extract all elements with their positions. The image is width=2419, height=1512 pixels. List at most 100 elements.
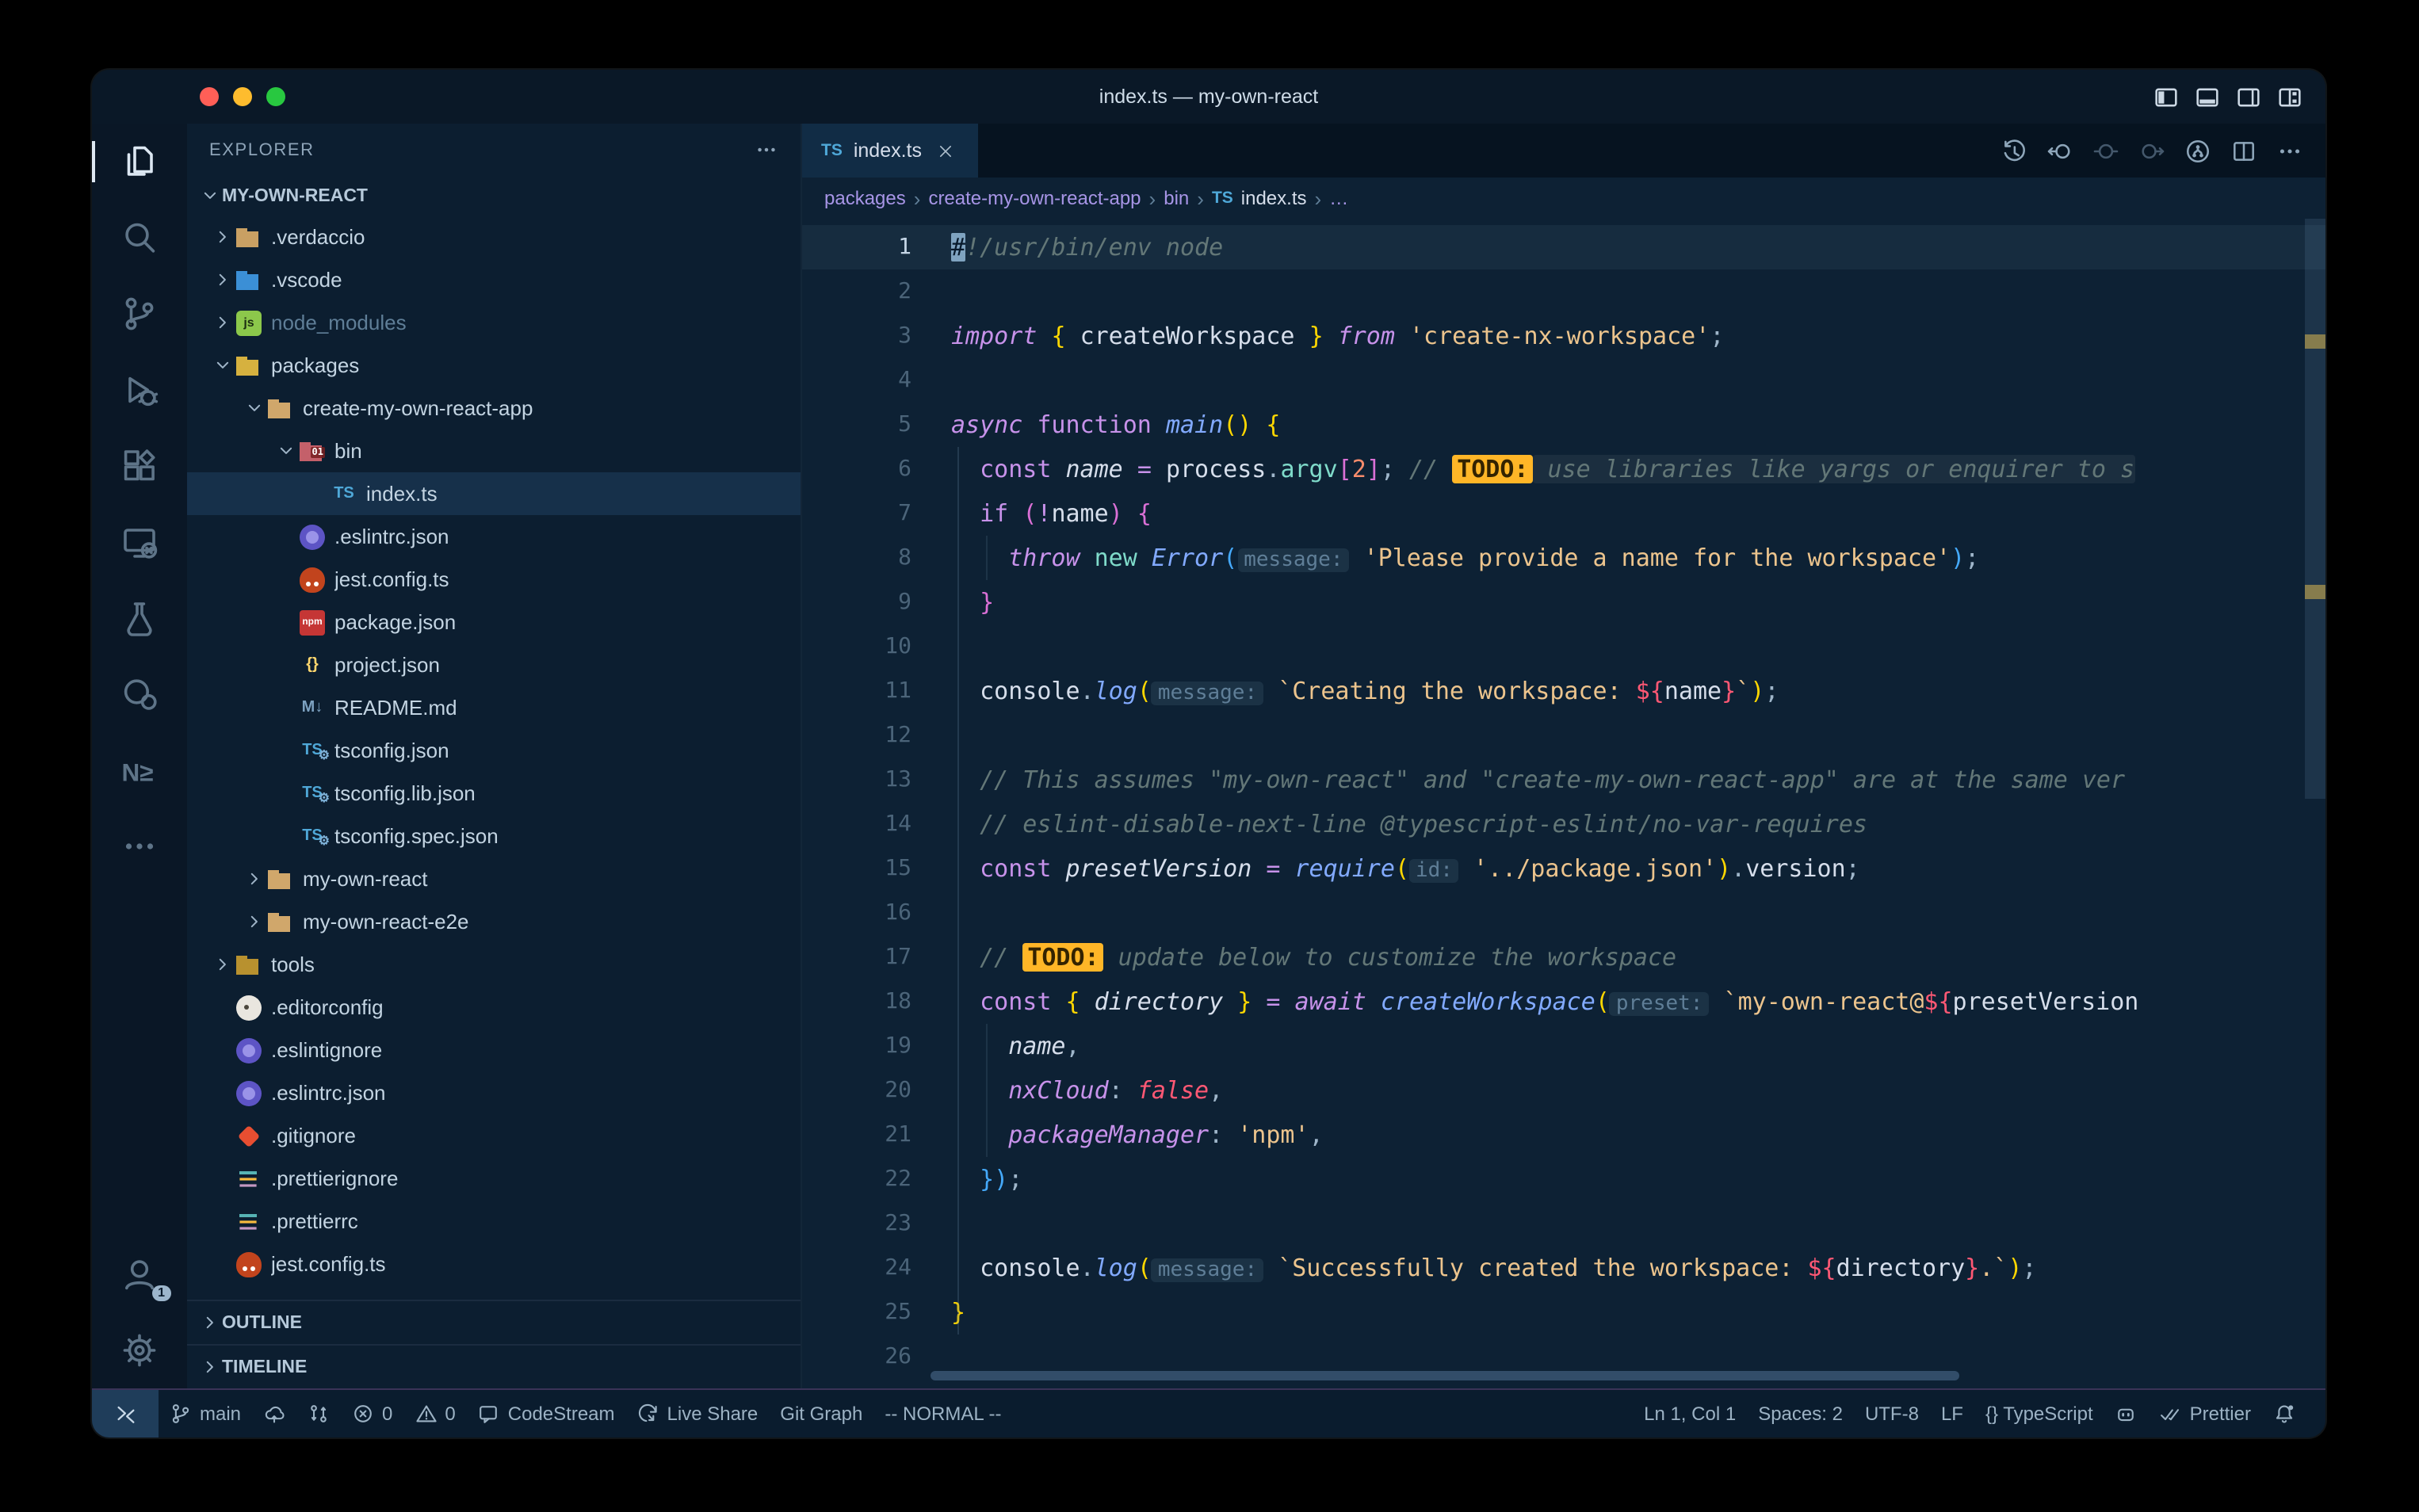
code-line-25[interactable]: 25} — [802, 1290, 2325, 1334]
breadcrumb-item-index.ts[interactable]: TSindex.ts — [1212, 187, 1307, 209]
timeline-history-button[interactable] — [2001, 137, 2027, 164]
tree-item-tools[interactable]: tools — [187, 943, 801, 986]
tree-item-.eslintrc.json[interactable]: .eslintrc.json — [187, 1071, 801, 1114]
tree-item-.editorconfig[interactable]: .editorconfig — [187, 986, 801, 1029]
tree-item-.prettierignore[interactable]: .prettierignore — [187, 1157, 801, 1200]
remote-indicator[interactable] — [92, 1390, 159, 1438]
status-cursor-position[interactable]: Ln 1, Col 1 — [1633, 1390, 1747, 1438]
code-line-14[interactable]: 14 // eslint-disable-next-line @typescri… — [802, 802, 2325, 846]
status-live-share[interactable]: Live Share — [626, 1390, 770, 1438]
tree-item-tsconfig.spec.json[interactable]: TStsconfig.spec.json — [187, 815, 801, 857]
vertical-scrollbar[interactable] — [2305, 219, 2325, 799]
activity-nx-console[interactable] — [92, 732, 187, 808]
horizontal-scrollbar[interactable] — [931, 1371, 1959, 1380]
status-errors[interactable]: 0 — [341, 1390, 403, 1438]
code-line-21[interactable]: 21 packageManager: 'npm', — [802, 1113, 2325, 1157]
tree-item-.prettierrc[interactable]: .prettierrc — [187, 1200, 801, 1243]
maximize-window-button[interactable] — [266, 87, 285, 106]
code-line-11[interactable]: 11 console.log(message: `Creating the wo… — [802, 669, 2325, 713]
tree-item-.eslintignore[interactable]: .eslintignore — [187, 1029, 801, 1071]
tab-index-ts[interactable]: TS index.ts — [802, 124, 977, 178]
tree-item-.verdaccio[interactable]: .verdaccio — [187, 216, 801, 258]
code-line-18[interactable]: 18 const { directory } = await createWor… — [802, 979, 2325, 1024]
layout-sidebar-right-button[interactable] — [2235, 83, 2262, 110]
activity-accounts[interactable]: 1 — [92, 1236, 187, 1312]
tree-item-node_modules[interactable]: node_modules — [187, 301, 801, 344]
tree-item-.eslintrc.json[interactable]: .eslintrc.json — [187, 515, 801, 558]
tree-item-package.json[interactable]: package.json — [187, 601, 801, 643]
status-encoding[interactable]: UTF-8 — [1854, 1390, 1930, 1438]
activity-explorer[interactable] — [92, 124, 187, 200]
layout-grid-button[interactable] — [2276, 83, 2303, 110]
layout-panel-button[interactable] — [2194, 83, 2221, 110]
code-line-16[interactable]: 16 — [802, 891, 2325, 935]
code-line-20[interactable]: 20 nxCloud: false, — [802, 1068, 2325, 1113]
status-language-mode[interactable]: {} TypeScript — [1974, 1390, 2104, 1438]
code-line-13[interactable]: 13 // This assumes "my-own-react" and "c… — [802, 758, 2325, 802]
code-editor[interactable]: 1#!/usr/bin/env node23import { createWor… — [802, 219, 2325, 1388]
code-line-8[interactable]: 8 throw new Error(message: 'Please provi… — [802, 536, 2325, 580]
activity-testing[interactable] — [92, 580, 187, 656]
tree-item-project.json[interactable]: {}project.json — [187, 643, 801, 686]
file-history-button[interactable] — [2184, 137, 2211, 164]
activity-extensions[interactable] — [92, 428, 187, 504]
status-notifications[interactable] — [2262, 1390, 2306, 1438]
code-line-19[interactable]: 19 name, — [802, 1024, 2325, 1068]
activity-run-and-debug[interactable] — [92, 352, 187, 428]
activity-settings[interactable] — [92, 1312, 187, 1388]
code-line-12[interactable]: 12 — [802, 713, 2325, 758]
status-branch[interactable]: main — [159, 1390, 252, 1438]
close-tab-icon[interactable] — [933, 138, 958, 163]
previous-change-button[interactable] — [2092, 137, 2119, 164]
minimize-window-button[interactable] — [233, 87, 252, 106]
status-publish[interactable] — [252, 1390, 296, 1438]
activity-remote-explorer[interactable] — [92, 504, 187, 580]
activity-gitlens[interactable] — [92, 656, 187, 732]
code-line-22[interactable]: 22 }); — [802, 1157, 2325, 1201]
close-window-button[interactable] — [200, 87, 219, 106]
tree-item-jest.config.ts[interactable]: jest.config.ts — [187, 558, 801, 601]
status-copilot[interactable] — [2104, 1390, 2149, 1438]
status-eol[interactable]: LF — [1930, 1390, 1974, 1438]
tree-item-create-my-own-react-app[interactable]: create-my-own-react-app — [187, 387, 801, 430]
split-editor-button[interactable] — [2230, 137, 2257, 164]
activity-source-control[interactable] — [92, 276, 187, 352]
status-indentation[interactable]: Spaces: 2 — [1747, 1390, 1854, 1438]
code-line-24[interactable]: 24 console.log(message: `Successfully cr… — [802, 1246, 2325, 1290]
tree-item-my-own-react[interactable]: my-own-react — [187, 857, 801, 900]
more-actions-button[interactable] — [2276, 137, 2303, 164]
code-line-15[interactable]: 15 const presetVersion = require(id: '..… — [802, 846, 2325, 891]
outline-section[interactable]: OUTLINE — [187, 1300, 801, 1344]
status-compare[interactable] — [296, 1390, 341, 1438]
tree-item-jest.config.ts[interactable]: jest.config.ts — [187, 1243, 801, 1285]
code-line-10[interactable]: 10 — [802, 624, 2325, 669]
breadcrumb-item-…[interactable]: … — [1329, 187, 1348, 209]
code-line-23[interactable]: 23 — [802, 1201, 2325, 1246]
workspace-root-row[interactable]: MY-OWN-REACT — [187, 176, 801, 216]
tree-item-bin[interactable]: bin — [187, 430, 801, 472]
tree-item-README.md[interactable]: M↓README.md — [187, 686, 801, 729]
breadcrumb-item-bin[interactable]: bin — [1164, 187, 1189, 209]
status-warnings[interactable]: 0 — [403, 1390, 466, 1438]
activity-more[interactable] — [92, 808, 187, 884]
timeline-section[interactable]: TIMELINE — [187, 1344, 801, 1388]
tree-item-.vscode[interactable]: .vscode — [187, 258, 801, 301]
code-line-3[interactable]: 3import { createWorkspace } from 'create… — [802, 314, 2325, 358]
code-line-4[interactable]: 4 — [802, 358, 2325, 403]
code-line-2[interactable]: 2 — [802, 269, 2325, 314]
tree-item-tsconfig.lib.json[interactable]: TStsconfig.lib.json — [187, 772, 801, 815]
tree-item-index.ts[interactable]: TSindex.ts — [187, 472, 801, 515]
activity-search[interactable] — [92, 200, 187, 276]
breadcrumb-item-create-my-own-react-app[interactable]: create-my-own-react-app — [928, 187, 1141, 209]
status-git-graph[interactable]: Git Graph — [769, 1390, 873, 1438]
tree-item-my-own-react-e2e[interactable]: my-own-react-e2e — [187, 900, 801, 943]
code-line-5[interactable]: 5async function main() { — [802, 403, 2325, 447]
layout-sidebar-left-button[interactable] — [2153, 83, 2180, 110]
explorer-actions-icon[interactable] — [755, 138, 778, 162]
code-line-9[interactable]: 9 } — [802, 580, 2325, 624]
tree-item-packages[interactable]: packages — [187, 344, 801, 387]
status-prettier[interactable]: Prettier — [2149, 1390, 2262, 1438]
open-previous-change-button[interactable] — [2046, 137, 2073, 164]
tree-item-.gitignore[interactable]: .gitignore — [187, 1114, 801, 1157]
code-line-7[interactable]: 7 if (!name) { — [802, 491, 2325, 536]
